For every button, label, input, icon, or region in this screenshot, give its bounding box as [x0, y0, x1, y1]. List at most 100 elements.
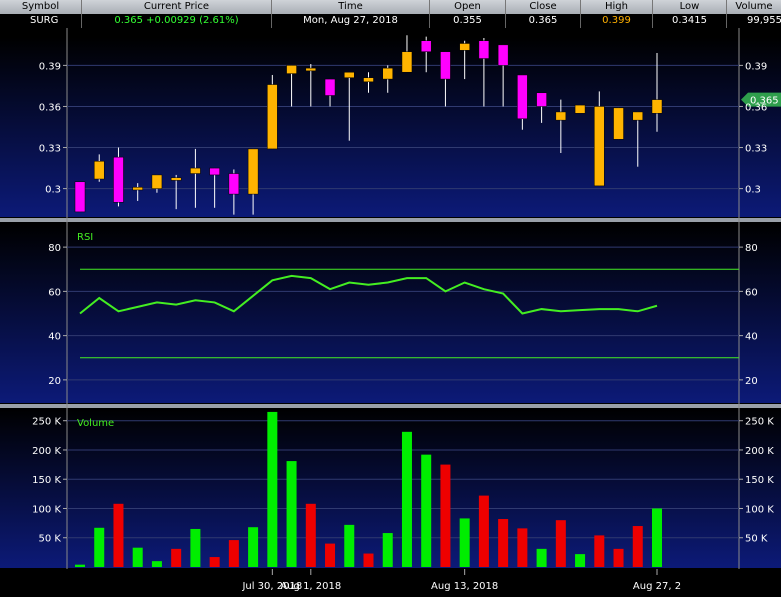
candle-body	[93, 160, 105, 180]
header-time[interactable]: Time	[272, 0, 430, 14]
volume-bar	[325, 543, 336, 567]
candle-body	[382, 67, 393, 80]
volume-bar	[209, 557, 220, 567]
top-strip	[0, 28, 781, 36]
quote-header-row: Symbol Current Price Time Open Close Hig…	[0, 0, 781, 14]
quote-bar: Symbol Current Price Time Open Close Hig…	[0, 0, 781, 28]
volume-bar	[498, 519, 509, 567]
y-tick-label-right: 100 K	[745, 504, 774, 515]
candle-body	[190, 167, 201, 174]
candle-body	[113, 156, 124, 203]
candle-body	[401, 51, 413, 73]
x-tick-label: Aug 13, 2018	[431, 581, 498, 592]
time-value: Mon, Aug 27, 2018	[272, 14, 430, 28]
y-tick-label-left: 0.39	[39, 61, 61, 72]
candle-body	[478, 40, 490, 59]
candle-body	[574, 104, 586, 114]
volume-bar	[594, 535, 605, 567]
volume-bar	[575, 554, 586, 567]
panel-separator	[0, 218, 781, 222]
header-current-price[interactable]: Current Price	[82, 0, 272, 14]
y-tick-label-left: 50 K	[39, 534, 62, 545]
low-value: 0.3415	[653, 14, 727, 28]
volume-bar	[517, 528, 528, 567]
y-tick-label-right: 60	[745, 287, 758, 298]
rsi-title: RSI	[77, 232, 93, 243]
candle-body	[536, 92, 547, 107]
candle-body	[632, 111, 644, 121]
y-tick-label-left: 60	[48, 287, 61, 298]
close-value: 0.365	[506, 14, 581, 28]
y-tick-label-left: 0.33	[39, 144, 61, 155]
volume-bar	[536, 548, 547, 567]
y-tick-label-left: 20	[48, 376, 61, 387]
y-tick-label-right: 0.3	[745, 185, 761, 196]
volume-bar	[382, 533, 393, 567]
volume-bar	[286, 461, 297, 567]
candle-body	[651, 99, 663, 114]
volume-bar	[171, 548, 182, 567]
y-tick-label-right: 0.39	[745, 61, 767, 72]
candle-body	[132, 186, 143, 191]
header-high[interactable]: High	[581, 0, 653, 14]
panel-separator	[0, 404, 781, 408]
header-open[interactable]: Open	[430, 0, 506, 14]
candle-body	[228, 173, 240, 195]
volume-value: 99,955	[747, 15, 781, 26]
x-tick-label: Aug 1, 2018	[280, 581, 341, 592]
candle-body	[555, 111, 567, 121]
candle-body	[594, 106, 605, 187]
symbol-value: SURG	[0, 14, 82, 28]
y-tick-label-right: 250 K	[745, 417, 774, 428]
y-tick-label-left: 100 K	[32, 504, 61, 515]
price-change: +0.00929 (2.61%)	[146, 15, 239, 26]
y-tick-label-left: 250 K	[32, 417, 61, 428]
quote-value-row: SURG 0.365 +0.00929 (2.61%) Mon, Aug 27,…	[0, 14, 781, 28]
volume-bar	[94, 527, 105, 567]
y-tick-label-right: 80	[745, 243, 758, 254]
volume-bar	[613, 548, 624, 567]
candle-body	[209, 167, 220, 176]
candle-body	[247, 148, 259, 195]
volume-bar	[632, 526, 643, 567]
y-tick-label-left: 0.36	[39, 102, 61, 113]
candle-body	[324, 78, 336, 96]
volume-bar	[267, 411, 278, 567]
y-tick-label-left: 40	[48, 332, 61, 343]
volume-bar	[248, 527, 259, 567]
y-tick-label-left: 0.3	[45, 185, 61, 196]
candle-body	[151, 174, 163, 189]
header-volume[interactable]: Volume	[727, 0, 781, 14]
y-tick-label-right: 20	[745, 376, 758, 387]
header-low[interactable]: Low	[653, 0, 727, 14]
volume-title: Volume	[77, 418, 114, 429]
y-tick-label-right: 200 K	[745, 446, 774, 457]
chart-area[interactable]: 0.39 0.390.36 0.360.33 0.330.3 0.30.36580 806…	[0, 28, 781, 597]
volume-bar	[478, 495, 489, 567]
volume-bar	[459, 518, 470, 567]
volume-bar	[151, 561, 162, 567]
volume-bar	[440, 464, 451, 567]
volume-bar	[555, 520, 566, 567]
y-tick-label-right: 50 K	[745, 534, 768, 545]
open-value: 0.355	[430, 14, 506, 28]
volume-bar	[421, 454, 432, 567]
candle-body	[613, 107, 624, 140]
rsi-panel-bg	[0, 224, 781, 403]
volume-bar	[113, 503, 124, 567]
y-tick-label-left: 80	[48, 243, 61, 254]
candle-body	[286, 65, 297, 74]
x-tick-label: Aug 27, 2	[633, 581, 681, 592]
candle-body	[74, 181, 86, 213]
y-tick-label-right: 150 K	[745, 475, 774, 486]
price-value: 0.365	[114, 15, 143, 26]
candle-body	[344, 71, 355, 78]
volume-bar	[401, 431, 412, 567]
candle-body	[420, 40, 432, 52]
candle-body	[497, 44, 509, 66]
y-tick-label-left: 200 K	[32, 446, 61, 457]
y-tick-label-right: 40	[745, 332, 758, 343]
header-close[interactable]: Close	[506, 0, 581, 14]
candle-body	[363, 77, 374, 83]
header-symbol[interactable]: Symbol	[0, 0, 82, 14]
